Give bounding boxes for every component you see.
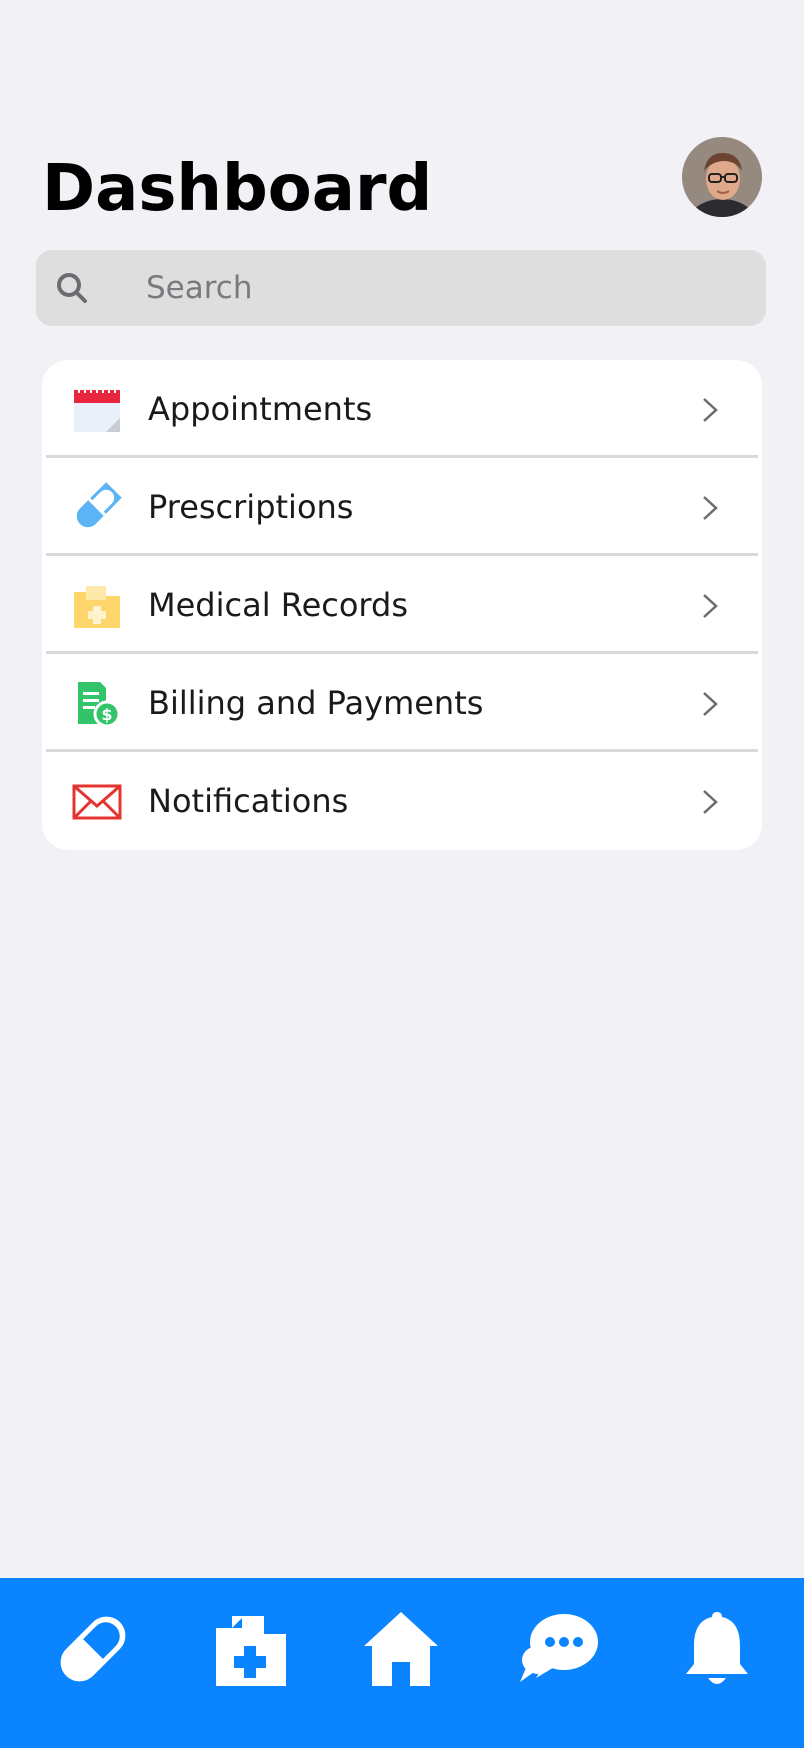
pill-icon	[60, 1616, 126, 1682]
home-icon	[364, 1612, 438, 1686]
pill-icon	[76, 482, 122, 528]
bell-icon	[686, 1612, 748, 1684]
menu-item-label: Billing and Payments	[148, 684, 484, 722]
chevron-right-icon	[703, 398, 718, 422]
header: Dashboard	[0, 0, 804, 240]
menu-item-label: Appointments	[148, 390, 373, 428]
chevron-right-icon	[703, 692, 718, 716]
tab-medical-records[interactable]	[208, 1606, 294, 1692]
avatar[interactable]	[682, 137, 762, 217]
menu-card: Appointments Prescriptions Medical Recor…	[42, 360, 762, 850]
chevron-right-icon	[703, 594, 718, 618]
search-icon	[57, 273, 87, 303]
tab-notifications[interactable]	[674, 1606, 760, 1692]
menu-item-appointments[interactable]: Appointments	[42, 360, 762, 458]
menu-item-billing[interactable]: $ Billing and Payments	[42, 654, 762, 752]
tab-prescriptions[interactable]	[50, 1606, 136, 1692]
page-title: Dashboard	[42, 152, 433, 226]
avatar-image	[682, 137, 762, 217]
billing-icon: $	[78, 682, 121, 728]
menu-item-label: Prescriptions	[148, 488, 354, 526]
search-input[interactable]	[112, 250, 752, 326]
bottom-tab-bar	[0, 1578, 804, 1748]
envelope-icon	[72, 784, 122, 820]
menu-item-medical-records[interactable]: Medical Records	[42, 556, 762, 654]
tab-home[interactable]	[358, 1606, 444, 1692]
chat-icon	[520, 1614, 598, 1682]
calendar-icon	[74, 387, 120, 432]
search-bar[interactable]	[36, 250, 766, 326]
medical-folder-icon	[74, 586, 120, 628]
tab-messages[interactable]	[516, 1606, 602, 1692]
chevron-right-icon	[703, 790, 718, 814]
menu-item-prescriptions[interactable]: Prescriptions	[42, 458, 762, 556]
menu-item-label: Medical Records	[148, 586, 408, 624]
menu-item-label: Notifications	[148, 782, 349, 820]
menu-item-notifications[interactable]: Notifications	[42, 752, 762, 850]
medical-folder-icon	[216, 1616, 286, 1686]
chevron-right-icon	[703, 496, 718, 520]
svg-text:$: $	[101, 705, 112, 724]
